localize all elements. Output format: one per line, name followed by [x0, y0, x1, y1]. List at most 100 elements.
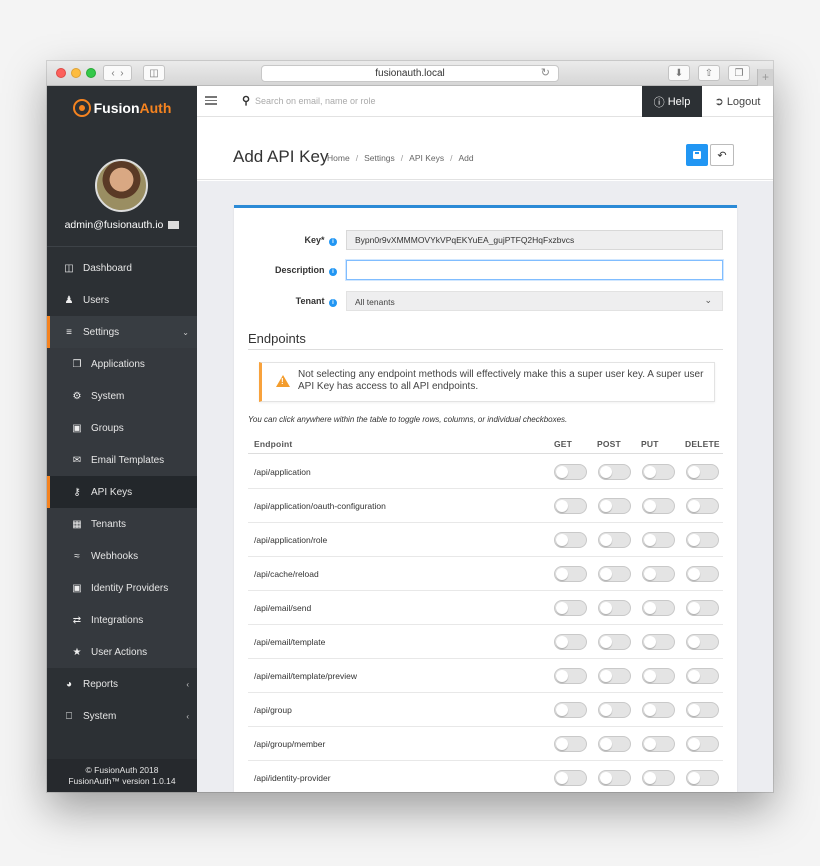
back-forward-buttons[interactable]: ‹ › [103, 65, 132, 81]
post-toggle[interactable] [598, 668, 631, 684]
column-header-endpoint[interactable]: Endpoint [254, 439, 292, 449]
table-row[interactable]: /api/email/template/preview [248, 659, 723, 693]
info-icon[interactable]: i [329, 268, 337, 276]
endpoint-path[interactable]: /api/application/oauth-configuration [254, 501, 386, 511]
chevron-left-icon[interactable]: ‹ [111, 68, 114, 79]
post-toggle[interactable] [598, 566, 631, 582]
put-toggle[interactable] [642, 566, 675, 582]
sidebar-item-reports[interactable]: ◕ Reports ‹ [47, 668, 197, 700]
endpoint-path[interactable]: /api/group [254, 705, 292, 715]
description-input[interactable] [346, 260, 723, 280]
delete-toggle[interactable] [686, 702, 719, 718]
sidebar-item-dashboard[interactable]: ◫ Dashboard [47, 252, 197, 284]
get-toggle[interactable] [554, 634, 587, 650]
help-button[interactable]: ⓘ Help [642, 86, 702, 117]
table-row[interactable]: /api/email/send [248, 591, 723, 625]
breadcrumb-item[interactable]: API Keys [409, 153, 444, 163]
delete-toggle[interactable] [686, 600, 719, 616]
endpoint-path[interactable]: /api/email/template [254, 637, 325, 647]
delete-toggle[interactable] [686, 736, 719, 752]
key-input[interactable] [346, 230, 723, 250]
get-toggle[interactable] [554, 770, 587, 786]
table-row[interactable]: /api/group [248, 693, 723, 727]
share-button[interactable]: ⇧ [698, 65, 720, 81]
put-toggle[interactable] [642, 668, 675, 684]
sidebar-item-api-keys[interactable]: ⚷ API Keys [47, 476, 197, 508]
sidebar-item-webhooks[interactable]: ≈ Webhooks [47, 540, 197, 572]
delete-toggle[interactable] [686, 668, 719, 684]
put-toggle[interactable] [642, 600, 675, 616]
endpoint-path[interactable]: /api/application [254, 467, 311, 477]
put-toggle[interactable] [642, 702, 675, 718]
menu-toggle-icon[interactable] [205, 96, 217, 106]
post-toggle[interactable] [598, 464, 631, 480]
table-row[interactable]: /api/identity-provider [248, 761, 723, 792]
get-toggle[interactable] [554, 464, 587, 480]
user-email[interactable]: admin@fusionauth.io [47, 219, 197, 231]
sidebar-item-groups[interactable]: ▣ Groups [47, 412, 197, 444]
get-toggle[interactable] [554, 702, 587, 718]
delete-toggle[interactable] [686, 498, 719, 514]
delete-toggle[interactable] [686, 532, 719, 548]
downloads-button[interactable]: ⬇ [668, 65, 690, 81]
post-toggle[interactable] [598, 532, 631, 548]
post-toggle[interactable] [598, 702, 631, 718]
avatar[interactable] [95, 159, 148, 212]
post-toggle[interactable] [598, 634, 631, 650]
minimize-window-button[interactable] [71, 68, 81, 78]
put-toggle[interactable] [642, 498, 675, 514]
endpoint-path[interactable]: /api/cache/reload [254, 569, 319, 579]
delete-toggle[interactable] [686, 770, 719, 786]
put-toggle[interactable] [642, 532, 675, 548]
new-tab-button[interactable]: + [757, 69, 773, 86]
endpoint-path[interactable]: /api/application/role [254, 535, 327, 545]
endpoint-path[interactable]: /api/identity-provider [254, 773, 331, 783]
put-toggle[interactable] [642, 464, 675, 480]
put-toggle[interactable] [642, 770, 675, 786]
table-row[interactable]: /api/cache/reload [248, 557, 723, 591]
zoom-window-button[interactable] [86, 68, 96, 78]
sidebar-item-users[interactable]: ♟ Users [47, 284, 197, 316]
get-toggle[interactable] [554, 668, 587, 684]
get-toggle[interactable] [554, 532, 587, 548]
logout-button[interactable]: ➲ Logout [702, 86, 773, 117]
save-button[interactable] [686, 144, 708, 166]
tenant-select[interactable]: All tenants ⌄ [346, 291, 723, 311]
put-toggle[interactable] [642, 736, 675, 752]
sidebar-item-settings[interactable]: ≡ Settings ⌄ [47, 316, 197, 348]
post-toggle[interactable] [598, 736, 631, 752]
breadcrumb-item[interactable]: Settings [364, 153, 395, 163]
sidebar-item-tenants[interactable]: ▦ Tenants [47, 508, 197, 540]
sidebar-toggle-button[interactable]: ◫ [143, 65, 165, 81]
brand-logo[interactable]: FusionAuth [47, 86, 197, 129]
tabs-button[interactable]: ❐ [728, 65, 750, 81]
endpoint-path[interactable]: /api/email/send [254, 603, 311, 613]
delete-toggle[interactable] [686, 566, 719, 582]
info-icon[interactable]: i [329, 238, 337, 246]
breadcrumb-item[interactable]: Home [327, 153, 350, 163]
put-toggle[interactable] [642, 634, 675, 650]
close-window-button[interactable] [56, 68, 66, 78]
table-row[interactable]: /api/application/oauth-configuration [248, 489, 723, 523]
column-header-delete[interactable]: DELETE [685, 439, 720, 449]
endpoint-path[interactable]: /api/group/member [254, 739, 325, 749]
column-header-get[interactable]: GET [554, 439, 572, 449]
sidebar-item-email-templates[interactable]: ✉ Email Templates [47, 444, 197, 476]
table-row[interactable]: /api/application/role [248, 523, 723, 557]
endpoint-path[interactable]: /api/email/template/preview [254, 671, 357, 681]
delete-toggle[interactable] [686, 634, 719, 650]
delete-toggle[interactable] [686, 464, 719, 480]
sidebar-item-user-actions[interactable]: ★ User Actions [47, 636, 197, 668]
chevron-right-icon[interactable]: › [120, 68, 123, 79]
back-button[interactable]: ↶ [710, 144, 734, 166]
column-header-put[interactable]: PUT [641, 439, 659, 449]
sidebar-item-system[interactable]: ⚙ System [47, 380, 197, 412]
sidebar-item-applications[interactable]: ❒ Applications [47, 348, 197, 380]
column-header-post[interactable]: POST [597, 439, 621, 449]
table-row[interactable]: /api/email/template [248, 625, 723, 659]
get-toggle[interactable] [554, 736, 587, 752]
post-toggle[interactable] [598, 770, 631, 786]
search-input[interactable] [255, 92, 455, 110]
table-row[interactable]: /api/application [248, 455, 723, 489]
address-bar[interactable]: fusionauth.local ↻ [261, 65, 559, 82]
